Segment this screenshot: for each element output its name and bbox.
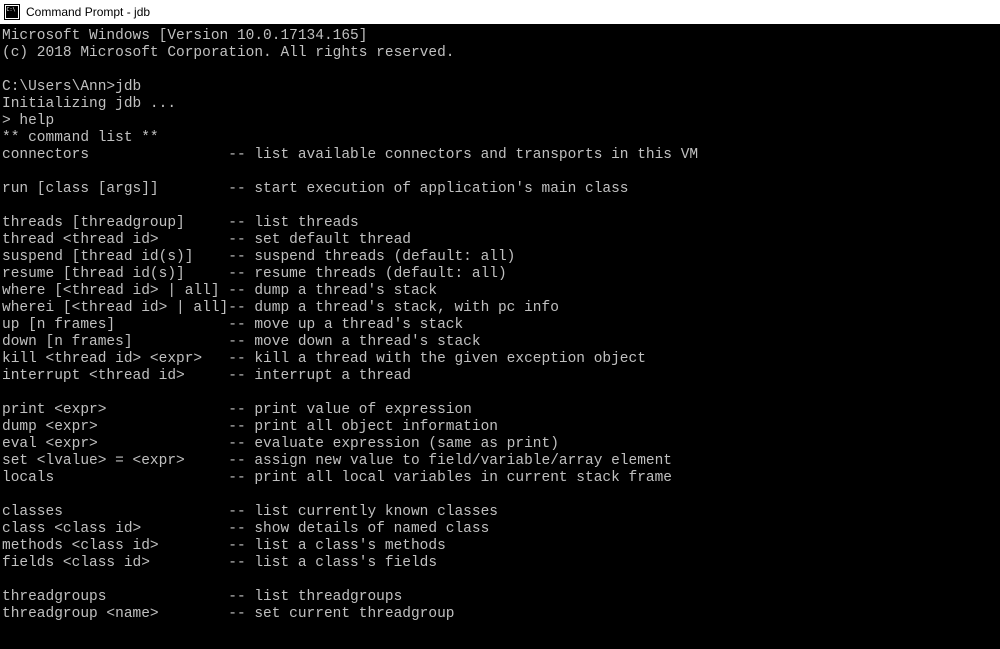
console-output[interactable]: Microsoft Windows [Version 10.0.17134.16…: [0, 24, 1000, 649]
window-title: Command Prompt - jdb: [26, 5, 150, 19]
cmd-icon: C:\: [4, 4, 20, 20]
window-titlebar: C:\ Command Prompt - jdb: [0, 0, 1000, 24]
svg-text:C:\: C:\: [7, 7, 16, 13]
